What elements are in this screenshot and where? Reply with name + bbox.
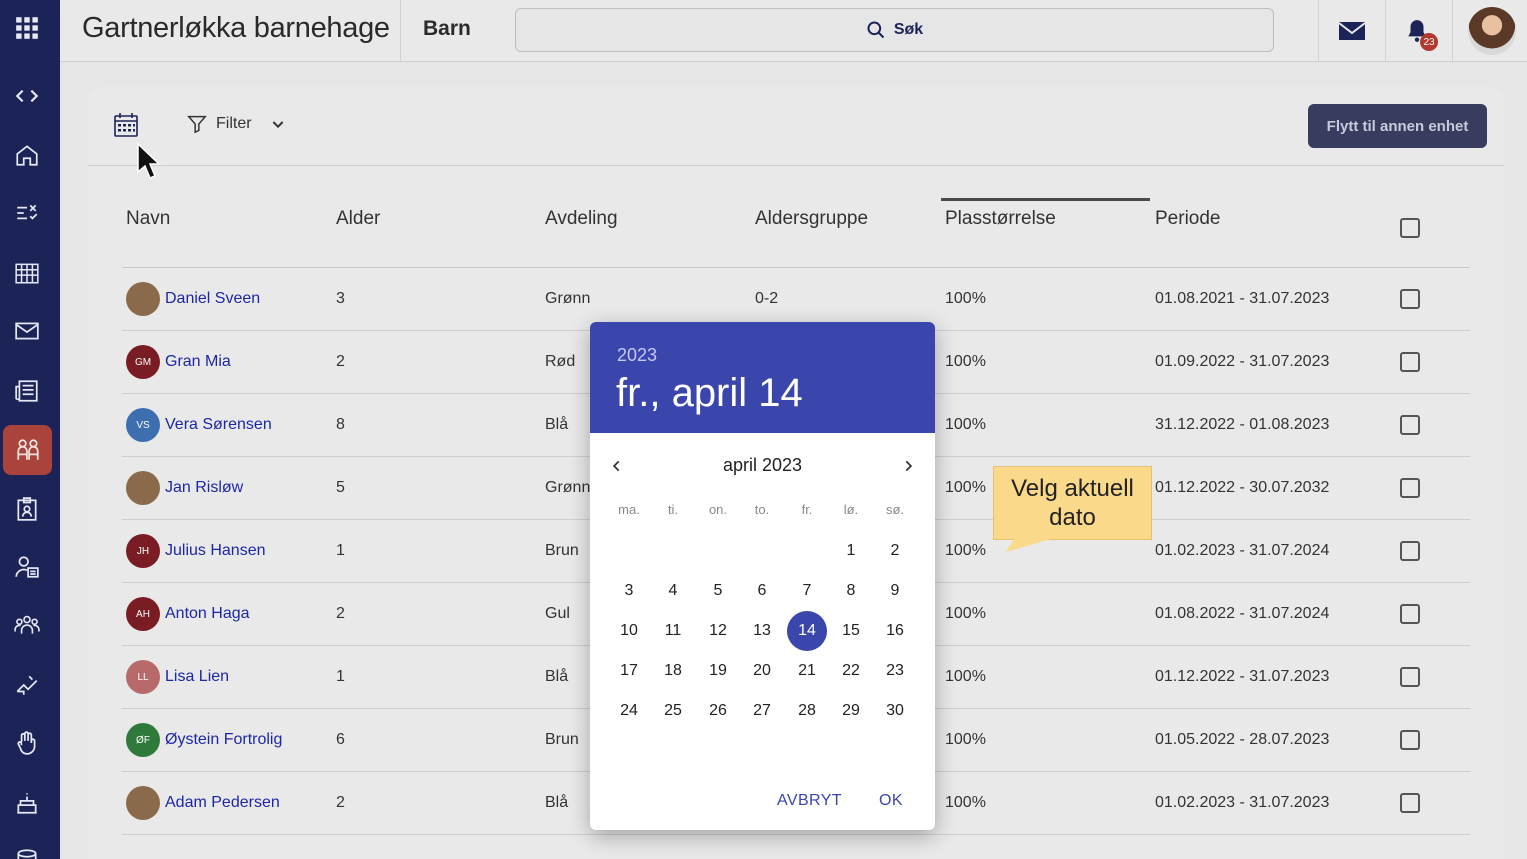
calendar-day[interactable]: 17	[609, 651, 649, 691]
weekday-label: fr.	[801, 502, 813, 517]
weekday-label: sø.	[885, 502, 905, 517]
cancel-button[interactable]: AVBRYT	[777, 792, 842, 810]
calendar-day[interactable]: 4	[653, 571, 693, 611]
callout-line-1: Velg aktuell	[1011, 475, 1134, 502]
callout-text: Velg aktuell dato	[1011, 474, 1134, 532]
calendar-day[interactable]: 28	[787, 691, 827, 731]
calendar-day[interactable]: 18	[653, 651, 693, 691]
next-month-button[interactable]	[896, 454, 920, 478]
calendar-day[interactable]: 26	[698, 691, 738, 731]
calendar-day[interactable]: 12	[698, 611, 738, 651]
calendar-day[interactable]: 13	[742, 611, 782, 651]
calendar-day[interactable]: 21	[787, 651, 827, 691]
calendar-day[interactable]: 25	[653, 691, 693, 731]
calendar-day[interactable]: 27	[742, 691, 782, 731]
month-label: april 2023	[722, 455, 803, 475]
weekday-label: on.	[708, 502, 728, 517]
calendar-day[interactable]: 22	[831, 651, 871, 691]
calendar-day[interactable]: 5	[698, 571, 738, 611]
weekday-label: to.	[754, 502, 770, 517]
calendar-day[interactable]: 23	[875, 651, 915, 691]
ok-button[interactable]: OK	[879, 792, 903, 810]
calendar-day[interactable]: 6	[742, 571, 782, 611]
date-picker-dialog: 2023 fr., april 14 april 2023 ma. ti. on. t…	[590, 322, 935, 830]
calendar-day[interactable]: 20	[742, 651, 782, 691]
calendar-day[interactable]: 29	[831, 691, 871, 731]
calendar-day[interactable]: 10	[609, 611, 649, 651]
picker-selected-date: fr., april 14	[616, 371, 803, 415]
callout-tail	[1006, 539, 1051, 552]
calendar-day[interactable]: 9	[875, 571, 915, 611]
picker-year[interactable]: 2023	[617, 345, 657, 366]
tooltip-callout: Velg aktuell dato	[993, 466, 1152, 540]
calendar-day[interactable]: 19	[698, 651, 738, 691]
chevron-right-icon	[905, 460, 913, 472]
picker-header: 2023 fr., april 14	[590, 322, 935, 433]
calendar-day[interactable]: 8	[831, 571, 871, 611]
callout-line-2: dato	[1049, 504, 1096, 531]
calendar-day[interactable]: 3	[609, 571, 649, 611]
calendar-day[interactable]: 24	[609, 691, 649, 731]
mouse-cursor-icon	[137, 142, 161, 179]
weekday-label: ti.	[667, 502, 679, 517]
calendar-day[interactable]: 1	[831, 531, 871, 571]
calendar-day[interactable]: 15	[831, 611, 871, 651]
calendar-day[interactable]: 2	[875, 531, 915, 571]
calendar-day[interactable]: 11	[653, 611, 693, 651]
calendar-day[interactable]: 7	[787, 571, 827, 611]
weekday-label: ma.	[618, 502, 640, 517]
calendar-day[interactable]: 16	[875, 611, 915, 651]
calendar-day[interactable]: 30	[875, 691, 915, 731]
selected-day[interactable]: 14	[787, 611, 827, 651]
weekday-label: lø.	[843, 502, 859, 517]
